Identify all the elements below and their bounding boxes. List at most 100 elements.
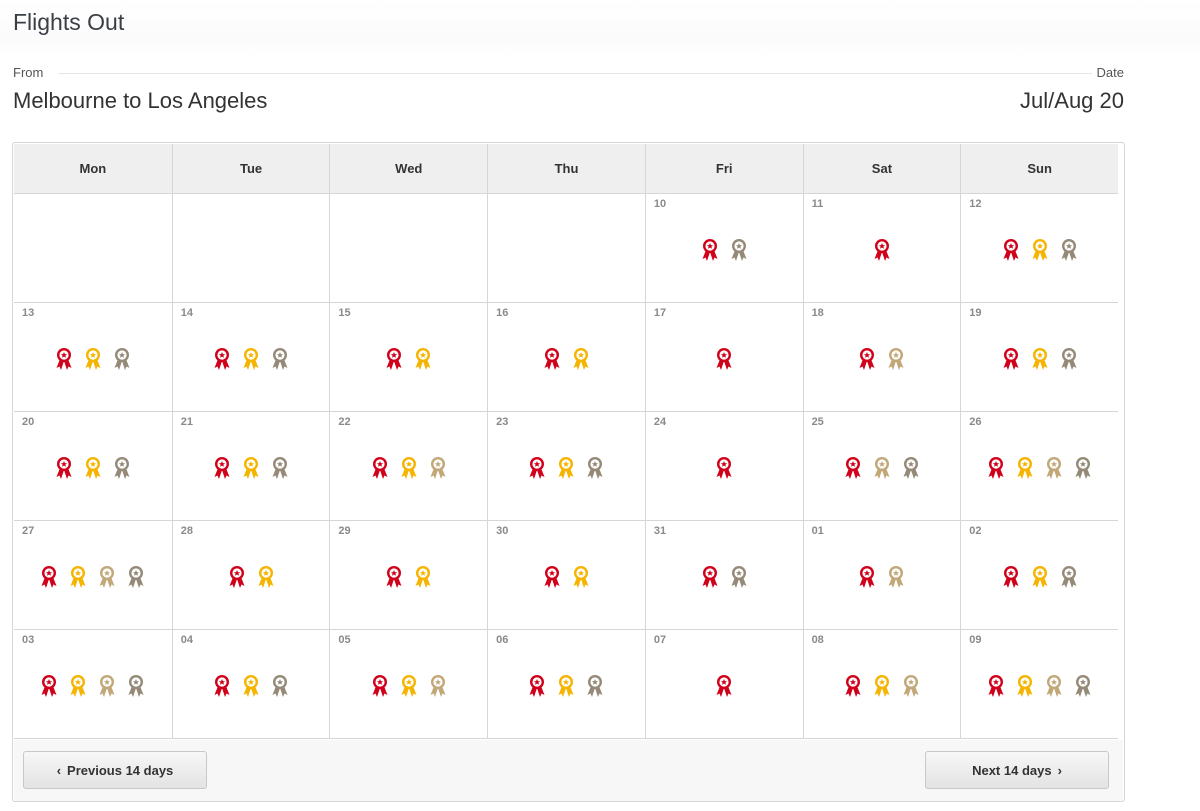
day-cell[interactable]: 31	[644, 521, 803, 630]
day-cell[interactable]: 16	[487, 303, 645, 412]
gray-award-icon	[272, 348, 288, 370]
day-cell[interactable]: 14	[171, 303, 330, 412]
gray-award-icon	[272, 675, 288, 697]
red-award-icon	[56, 457, 72, 479]
gray-award-icon	[731, 239, 747, 261]
day-cell[interactable]: 05	[329, 630, 488, 739]
day-number: 20	[22, 416, 35, 428]
previous-14-days-button[interactable]: ‹ Previous 14 days	[23, 751, 207, 789]
day-cell[interactable]: 09	[960, 630, 1118, 739]
award-availability	[330, 565, 487, 589]
gray-award-icon	[1075, 457, 1091, 479]
award-availability	[804, 238, 961, 262]
day-cell[interactable]: 29	[329, 521, 488, 630]
date-range-text: Jul/Aug 20	[1020, 88, 1124, 113]
day-cell[interactable]: 11	[802, 194, 961, 303]
next-14-days-button[interactable]: Next 14 days ›	[925, 751, 1109, 789]
award-availability	[173, 674, 330, 698]
award-availability	[646, 565, 803, 589]
red-award-icon	[386, 566, 402, 588]
weekday-mon: Mon	[79, 161, 107, 176]
day-cell[interactable]: 24	[644, 412, 803, 521]
day-cell[interactable]: 19	[960, 303, 1118, 412]
day-cell[interactable]: 01	[802, 521, 961, 630]
day-cell[interactable]: 12	[960, 194, 1118, 303]
day-cell[interactable]: 15	[329, 303, 488, 412]
day-grid: 10 11 12 13 14 15 16 17 18 19 20 21 22 23 24 25 26 27 28 29…	[14, 194, 1118, 740]
day-number: 24	[653, 416, 667, 428]
red-award-icon	[1003, 239, 1019, 261]
award-availability	[804, 674, 961, 698]
empty-day-cell	[14, 194, 172, 303]
gold-award-icon	[70, 675, 86, 697]
tan-award-icon	[1046, 457, 1062, 479]
award-availability	[804, 347, 961, 371]
gold-award-icon	[573, 348, 589, 370]
gray-award-icon	[587, 457, 603, 479]
day-cell[interactable]: 07	[644, 630, 803, 739]
day-cell[interactable]: 03	[14, 630, 172, 739]
day-cell[interactable]: 13	[14, 303, 172, 412]
red-award-icon	[716, 675, 732, 697]
gold-award-icon	[874, 675, 890, 697]
calendar-footer: ‹ Previous 14 days Next 14 days ›	[14, 740, 1123, 801]
award-availability	[330, 674, 487, 698]
date-label: Date	[1096, 65, 1124, 80]
day-cell[interactable]: 10	[644, 194, 803, 303]
day-number: 16	[496, 307, 509, 319]
gray-award-icon	[731, 566, 747, 588]
weekday-sun: Sun	[960, 144, 1118, 193]
day-cell[interactable]: 08	[802, 630, 961, 739]
day-number: 17	[653, 307, 667, 319]
day-cell[interactable]: 17	[644, 303, 803, 412]
red-award-icon	[544, 566, 560, 588]
award-availability	[14, 347, 172, 371]
day-cell[interactable]: 27	[14, 521, 172, 630]
gray-award-icon	[128, 566, 144, 588]
award-availability	[646, 674, 803, 698]
day-cell[interactable]: 25	[802, 412, 961, 521]
day-cell[interactable]: 23	[487, 412, 645, 521]
day-number: 21	[180, 416, 193, 428]
award-availability	[646, 238, 803, 262]
award-availability	[488, 347, 645, 371]
divider	[58, 73, 1092, 74]
empty-day-cell	[171, 194, 330, 303]
award-availability	[488, 456, 645, 480]
day-number: 27	[22, 525, 35, 537]
day-number: 25	[811, 416, 824, 428]
day-cell[interactable]: 30	[487, 521, 645, 630]
gray-award-icon	[1075, 675, 1091, 697]
previous-button-label: Previous 14 days	[67, 762, 174, 778]
day-cell[interactable]: 02	[960, 521, 1118, 630]
tan-award-icon	[430, 457, 446, 479]
day-cell[interactable]: 22	[329, 412, 488, 521]
gold-award-icon	[401, 675, 417, 697]
day-number: 23	[496, 416, 509, 428]
gold-award-icon	[1032, 566, 1048, 588]
tan-award-icon	[430, 675, 446, 697]
red-award-icon	[529, 457, 545, 479]
day-cell[interactable]: 21	[171, 412, 330, 521]
red-award-icon	[544, 348, 560, 370]
day-number: 12	[969, 198, 982, 210]
day-cell[interactable]: 20	[14, 412, 172, 521]
day-cell[interactable]: 18	[802, 303, 961, 412]
red-award-icon	[859, 566, 875, 588]
day-number: 22	[338, 416, 351, 428]
award-availability	[173, 347, 330, 371]
day-number: 06	[496, 634, 509, 646]
weekday-header: Mon Tue Wed Thu Fri Sat Sun	[14, 144, 1118, 194]
day-cell[interactable]: 26	[960, 412, 1118, 521]
day-cell[interactable]: 06	[487, 630, 645, 739]
gold-award-icon	[558, 457, 574, 479]
route-text: Melbourne to Los Angeles	[13, 88, 268, 113]
award-availability	[330, 456, 487, 480]
gold-award-icon	[1017, 457, 1033, 479]
red-award-icon	[988, 675, 1004, 697]
red-award-icon	[1003, 566, 1019, 588]
day-cell[interactable]: 28	[171, 521, 330, 630]
gray-award-icon	[903, 457, 919, 479]
day-cell[interactable]: 04	[171, 630, 330, 739]
day-number: 30	[496, 525, 509, 537]
